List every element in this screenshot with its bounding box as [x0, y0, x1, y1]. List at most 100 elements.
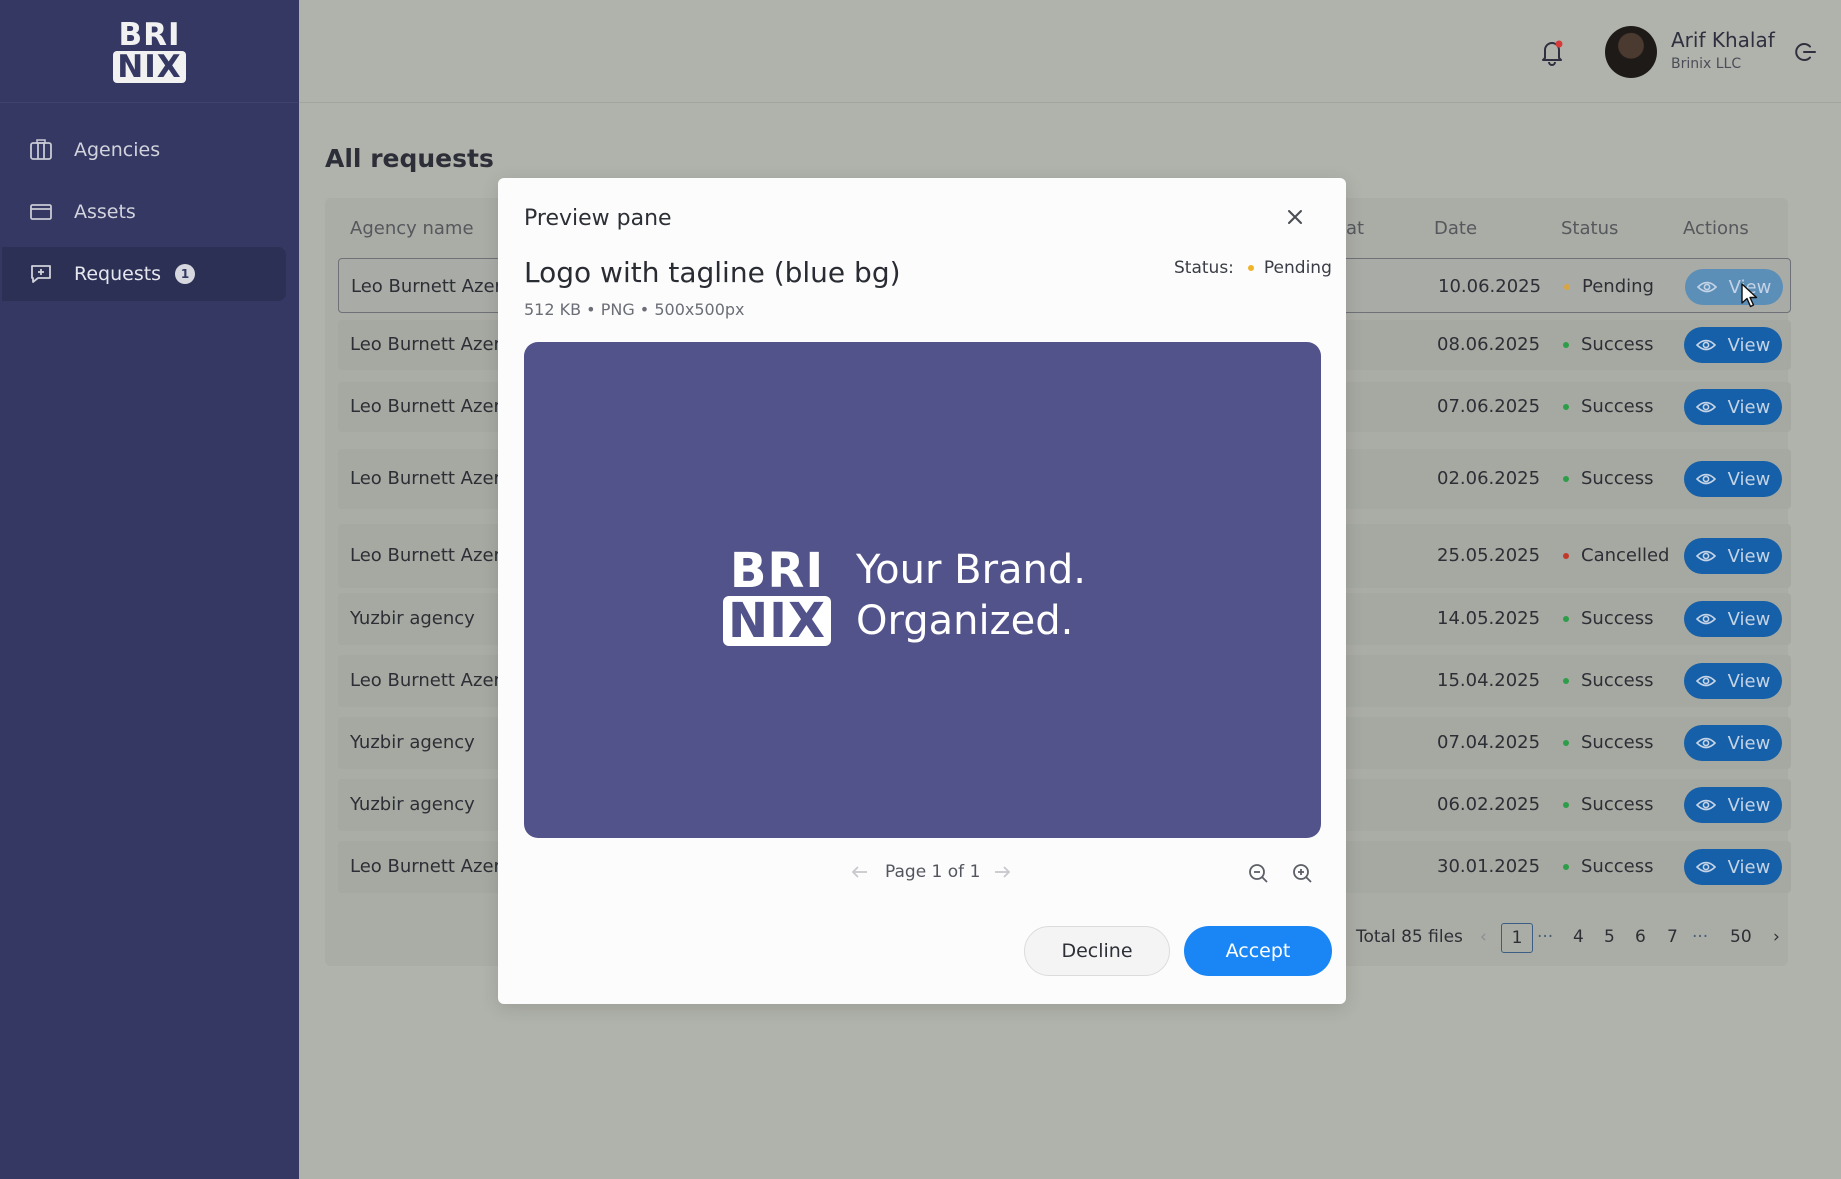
cell-date: 06.02.2025	[1437, 794, 1541, 815]
eye-icon	[1695, 737, 1716, 749]
status-dot	[1563, 552, 1569, 559]
modal-title: Preview pane	[524, 206, 672, 231]
pagination-ellipsis[interactable]: ···	[1692, 927, 1708, 947]
cell-agency-name: Leo Burnett Azerl	[350, 856, 506, 877]
column-header-format[interactable]: at	[1346, 218, 1364, 239]
view-button[interactable]: View	[1684, 787, 1782, 823]
requests-count-badge: 1	[175, 264, 196, 284]
sidebar-item-agencies[interactable]: Agencies	[0, 123, 286, 177]
zoom-in-icon[interactable]	[1290, 861, 1314, 885]
status-dot	[1564, 283, 1570, 290]
view-button[interactable]: View	[1685, 269, 1783, 305]
zoom-out-icon[interactable]	[1246, 861, 1270, 885]
tagline-line-1: Your Brand.	[856, 547, 1087, 593]
close-icon[interactable]	[1284, 206, 1306, 228]
status-badge: Pending	[1564, 276, 1654, 297]
view-button[interactable]: View	[1684, 849, 1782, 885]
sidebar-item-requests[interactable]: Requests 1	[2, 247, 286, 301]
pagination-ellipsis[interactable]: ···	[1537, 927, 1553, 947]
sidebar-item-label: Assets	[74, 201, 136, 223]
next-page-icon[interactable]: ›	[1773, 927, 1780, 947]
status-text: Success	[1581, 468, 1654, 489]
preview-modal: Preview pane Logo with tagline (blue bg)…	[498, 178, 1346, 1004]
accept-button[interactable]: Accept	[1184, 926, 1332, 976]
status-text: Success	[1581, 608, 1654, 629]
cell-date: 15.04.2025	[1437, 670, 1541, 691]
view-button[interactable]: View	[1684, 389, 1782, 425]
arrow-right-icon[interactable]	[992, 864, 1012, 880]
sidebar-item-label: Agencies	[74, 139, 161, 161]
column-header-status[interactable]: Status	[1561, 218, 1618, 239]
brand-logo[interactable]: BRI NIX	[0, 0, 299, 103]
page-6[interactable]: 6	[1635, 927, 1646, 947]
status-text: Pending	[1582, 276, 1654, 297]
status-badge: Cancelled	[1563, 545, 1669, 566]
status-text: Success	[1581, 670, 1654, 691]
page-7[interactable]: 7	[1667, 927, 1678, 947]
eye-icon	[1695, 401, 1716, 413]
column-header-date[interactable]: Date	[1434, 218, 1477, 239]
total-files: Total 85 files	[1356, 927, 1463, 947]
eye-icon	[1695, 675, 1716, 687]
image-preview: BRI NIX Your Brand. Organized.	[524, 342, 1321, 838]
page-4[interactable]: 4	[1573, 927, 1584, 947]
cell-agency-name: Leo Burnett Azerl	[350, 396, 506, 417]
file-status: Status: Pending	[1174, 258, 1332, 278]
view-button[interactable]: View	[1684, 461, 1782, 497]
status-badge: Success	[1563, 468, 1653, 489]
page-5[interactable]: 5	[1604, 927, 1615, 947]
cell-date: 25.05.2025	[1437, 545, 1541, 566]
sidebar-item-label: Requests	[74, 263, 162, 285]
column-header-agency[interactable]: Agency name	[350, 218, 474, 239]
bell-icon[interactable]	[1539, 38, 1565, 66]
view-button[interactable]: View	[1684, 725, 1782, 761]
logout-icon[interactable]	[1793, 40, 1817, 64]
folder-icon	[28, 201, 54, 223]
status-dot	[1563, 739, 1569, 746]
sidebar-item-assets[interactable]: Assets	[0, 185, 286, 239]
page-last[interactable]: 50	[1730, 927, 1752, 947]
cell-date: 08.06.2025	[1437, 334, 1541, 355]
status-value: Pending	[1263, 258, 1332, 278]
cell-agency-name: Yuzbir agency	[350, 732, 475, 753]
view-button[interactable]: View	[1684, 327, 1782, 363]
tagline-line-2: Organized.	[856, 598, 1074, 644]
view-button[interactable]: View	[1684, 663, 1782, 699]
status-dot	[1247, 265, 1254, 271]
cell-agency-name: Yuzbir agency	[350, 608, 475, 629]
status-badge: Success	[1563, 732, 1653, 753]
decline-button[interactable]: Decline	[1024, 926, 1170, 976]
status-text: Success	[1581, 334, 1654, 355]
view-button-label: View	[1727, 468, 1771, 490]
status-badge: Success	[1563, 794, 1653, 815]
cell-agency-name: Leo Burnett Azerl	[350, 468, 506, 489]
status-text: Success	[1581, 732, 1654, 753]
status-text: Success	[1581, 794, 1654, 815]
view-button-label: View	[1727, 794, 1771, 816]
view-button[interactable]: View	[1684, 538, 1782, 574]
cell-date: 07.06.2025	[1437, 396, 1541, 417]
view-button-label: View	[1727, 670, 1771, 692]
prev-page-icon[interactable]: ‹	[1480, 927, 1487, 947]
eye-icon	[1695, 799, 1716, 811]
user-company: Brinix LLC	[1671, 56, 1742, 72]
page-current[interactable]: 1	[1501, 923, 1533, 953]
preview-logo-line-1: BRI	[729, 543, 825, 599]
view-button[interactable]: View	[1684, 601, 1782, 637]
cell-agency-name: Leo Burnett Azerl	[350, 334, 506, 355]
status-dot	[1563, 863, 1569, 870]
status-dot	[1563, 801, 1569, 808]
arrow-left-icon[interactable]	[850, 864, 870, 880]
status-dot	[1563, 475, 1569, 482]
cell-date: 14.05.2025	[1437, 608, 1541, 629]
top-header: Arif Khalaf Brinix LLC	[299, 0, 1841, 103]
eye-icon	[1696, 281, 1717, 293]
preview-brand: BRI NIX Your Brand. Organized.	[723, 545, 1086, 647]
cell-agency-name: Leo Burnett Azerl	[350, 545, 506, 566]
view-button-label: View	[1727, 608, 1771, 630]
view-button-label: View	[1727, 545, 1771, 567]
status-badge: Success	[1563, 608, 1653, 629]
eye-icon	[1695, 613, 1716, 625]
avatar[interactable]	[1605, 26, 1657, 78]
eye-icon	[1695, 550, 1716, 562]
